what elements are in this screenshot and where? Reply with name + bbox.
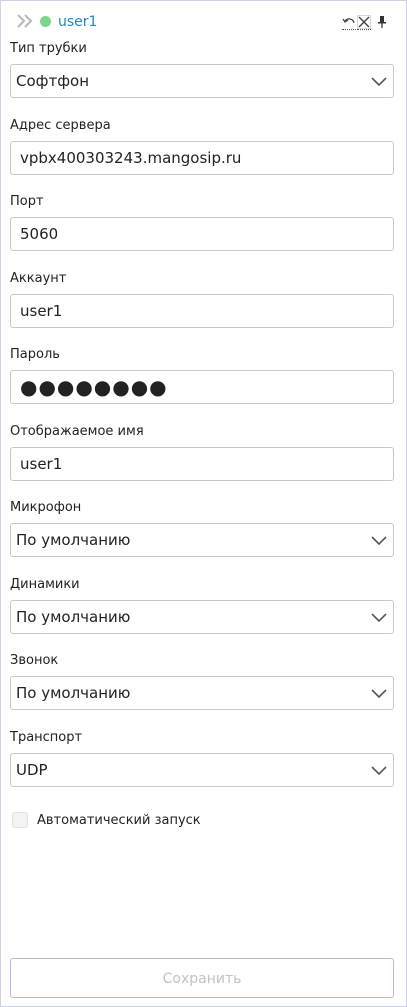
- chevron-down-icon: [371, 77, 387, 87]
- speakers-field: Динамики По умолчанию: [10, 577, 394, 634]
- transport-select[interactable]: UDP: [10, 753, 394, 787]
- phone-type-value: Софтфон: [16, 72, 90, 90]
- port-label: Порт: [10, 194, 44, 209]
- autostart-row[interactable]: Автоматический запуск: [12, 810, 201, 830]
- microphone-label: Микрофон: [10, 500, 82, 515]
- autostart-label: Автоматический запуск: [37, 812, 201, 828]
- microphone-value: По умолчанию: [16, 531, 131, 549]
- close-icon[interactable]: [357, 14, 371, 30]
- pin-icon[interactable]: [376, 15, 388, 29]
- account-value: user1: [20, 302, 63, 320]
- transport-label: Транспорт: [10, 730, 83, 745]
- double-chevron-right-icon[interactable]: [16, 13, 36, 29]
- display-name-input[interactable]: user1: [10, 447, 394, 481]
- account-input[interactable]: user1: [10, 294, 394, 328]
- chevron-down-icon: [371, 766, 387, 776]
- server-address-input[interactable]: vpbx400303243.mangosip.ru: [10, 141, 394, 175]
- server-address-value: vpbx400303243.mangosip.ru: [20, 149, 242, 167]
- ringer-field: Звонок По умолчанию: [10, 653, 394, 710]
- save-button[interactable]: Сохранить: [10, 958, 394, 998]
- header-actions: [342, 13, 388, 31]
- microphone-field: Микрофон По умолчанию: [10, 500, 394, 557]
- phone-type-label: Тип трубки: [10, 41, 87, 56]
- ringer-select[interactable]: По умолчанию: [10, 676, 394, 710]
- chevron-down-icon: [371, 536, 387, 546]
- transport-value: UDP: [16, 761, 48, 779]
- settings-panel: user1 Тип трубки Софтфон Адрес сервера v…: [0, 0, 407, 1007]
- account-label: Аккаунт: [10, 271, 67, 286]
- username-label: user1: [58, 14, 98, 30]
- undo-icon[interactable]: [342, 15, 356, 30]
- speakers-value: По умолчанию: [16, 608, 131, 626]
- phone-type-field: Тип трубки Софтфон: [10, 41, 394, 98]
- ringer-label: Звонок: [10, 653, 59, 668]
- account-field: Аккаунт user1: [10, 271, 394, 328]
- speakers-select[interactable]: По умолчанию: [10, 600, 394, 634]
- port-field: Порт 5060: [10, 194, 394, 251]
- display-name-value: user1: [20, 455, 63, 473]
- chevron-down-icon: [371, 613, 387, 623]
- server-address-field: Адрес сервера vpbx400303243.mangosip.ru: [10, 118, 394, 175]
- ringer-value: По умолчанию: [16, 684, 131, 702]
- display-name-label: Отображаемое имя: [10, 424, 144, 439]
- password-label: Пароль: [10, 347, 60, 362]
- chevron-down-icon: [371, 689, 387, 699]
- server-address-label: Адрес сервера: [10, 118, 111, 133]
- autostart-checkbox[interactable]: [12, 812, 28, 828]
- port-input[interactable]: 5060: [10, 217, 394, 251]
- password-input[interactable]: ●●●●●●●●: [10, 370, 394, 404]
- panel-header: user1: [1, 1, 406, 41]
- phone-type-select[interactable]: Софтфон: [10, 64, 394, 98]
- display-name-field: Отображаемое имя user1: [10, 424, 394, 481]
- transport-field: Транспорт UDP: [10, 730, 394, 787]
- port-value: 5060: [20, 225, 59, 243]
- password-value: ●●●●●●●●: [20, 375, 168, 399]
- speakers-label: Динамики: [10, 577, 80, 592]
- password-field: Пароль ●●●●●●●●: [10, 347, 394, 404]
- status-indicator: [40, 16, 51, 27]
- microphone-select[interactable]: По умолчанию: [10, 523, 394, 557]
